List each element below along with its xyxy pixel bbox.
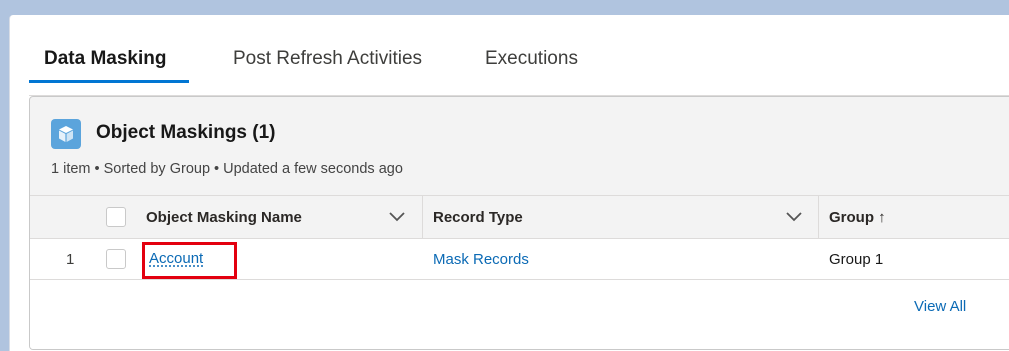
row-number: 1 bbox=[66, 251, 75, 268]
row-select-checkbox[interactable] bbox=[106, 249, 126, 269]
cube-icon bbox=[51, 119, 81, 149]
object-maskings-table: Object Masking Name Record Type Group ↑ … bbox=[30, 195, 1009, 349]
group-value: Group 1 bbox=[829, 251, 884, 268]
tab-data-masking[interactable]: Data Masking bbox=[29, 46, 189, 95]
column-divider[interactable] bbox=[818, 196, 819, 239]
card-meta-info: 1 item • Sorted by Group • Updated a few… bbox=[51, 161, 403, 177]
sort-ascending-icon: ↑ bbox=[878, 209, 886, 226]
table-row: 1 Account Mask Records Group 1 bbox=[30, 239, 1009, 280]
active-tab-indicator bbox=[29, 80, 189, 83]
chevron-down-icon[interactable] bbox=[786, 212, 802, 222]
table-header: Object Masking Name Record Type Group ↑ bbox=[30, 196, 1009, 239]
object-masking-name-link[interactable]: Account bbox=[149, 250, 203, 267]
column-header-record-type[interactable]: Record Type bbox=[433, 209, 523, 226]
tab-executions[interactable]: Executions bbox=[485, 46, 578, 95]
tab-label: Post Refresh Activities bbox=[233, 48, 423, 69]
tab-label: Data Masking bbox=[44, 48, 167, 69]
column-divider[interactable] bbox=[422, 196, 423, 239]
object-maskings-card: Object Maskings (1) 1 item • Sorted by G… bbox=[29, 96, 1009, 350]
column-header-object-masking-name[interactable]: Object Masking Name bbox=[146, 209, 302, 226]
column-header-group[interactable]: Group ↑ bbox=[829, 209, 886, 226]
tab-label: Executions bbox=[485, 48, 578, 69]
card-title[interactable]: Object Maskings (1) bbox=[96, 122, 276, 144]
record-type-link[interactable]: Mask Records bbox=[433, 251, 529, 268]
select-all-checkbox[interactable] bbox=[106, 207, 126, 227]
view-all-link[interactable]: View All bbox=[914, 298, 966, 315]
column-label: Group bbox=[829, 209, 874, 226]
chevron-down-icon[interactable] bbox=[389, 212, 405, 222]
page-container: Data Masking Post Refresh Activities Exe… bbox=[9, 15, 1009, 351]
tab-post-refresh-activities[interactable]: Post Refresh Activities bbox=[233, 46, 422, 95]
tab-bar: Data Masking Post Refresh Activities Exe… bbox=[29, 46, 1009, 96]
